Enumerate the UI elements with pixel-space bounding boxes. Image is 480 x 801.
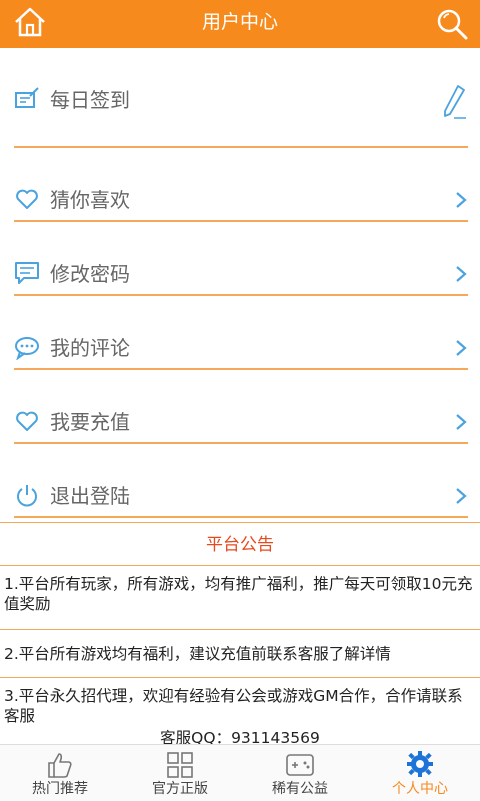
gear-icon — [407, 751, 433, 777]
power-icon — [17, 485, 37, 507]
bottom-tab-bar: 热门推荐 官方正版 稀有公益 个人中心 — [0, 744, 480, 801]
tab-hot[interactable]: 热门推荐 — [0, 745, 120, 801]
menu-item-my-comments[interactable]: 我的评论 — [14, 296, 468, 370]
chevron-right-icon — [456, 340, 467, 356]
heart-icon — [16, 189, 38, 209]
notice-item: 2.平台所有游戏均有福利，建议充值前联系客服了解详情 — [0, 630, 480, 678]
tab-label: 热门推荐 — [32, 781, 88, 797]
menu-label-checkin: 每日签到 — [50, 88, 130, 112]
chevron-right-icon — [456, 266, 467, 282]
menu-item-checkin[interactable]: 每日签到 — [14, 48, 468, 148]
menu-label-favorites: 猜你喜欢 — [50, 188, 130, 212]
menu-item-change-password[interactable]: 修改密码 — [14, 222, 468, 296]
page-title: 用户中心 — [201, 11, 278, 33]
tab-rare[interactable]: 稀有公益 — [240, 745, 360, 801]
tab-official[interactable]: 官方正版 — [120, 745, 240, 801]
menu-item-favorites[interactable]: 猜你喜欢 — [14, 148, 468, 222]
user-menu: 每日签到 猜你喜欢 修改密码 我的评论 我要充值 退出登陆 — [0, 48, 480, 518]
chevron-right-icon — [456, 414, 467, 430]
tab-label: 个人中心 — [392, 781, 448, 797]
grid-icon — [167, 752, 193, 778]
menu-label-change-password: 修改密码 — [50, 262, 130, 286]
checkin-icon — [15, 87, 39, 108]
heart-icon — [16, 411, 38, 431]
tab-label: 稀有公益 — [272, 781, 328, 797]
chevron-right-icon — [456, 192, 467, 208]
chevron-right-icon — [456, 488, 467, 504]
menu-label-logout: 退出登陆 — [50, 484, 130, 508]
message-edit-icon — [15, 262, 39, 284]
gamepad-icon — [286, 754, 314, 776]
menu-item-recharge[interactable]: 我要充值 — [14, 370, 468, 444]
notice-item: 1.平台所有玩家，所有游戏，均有推广福利，推广每天可领取10元充值奖励 — [0, 574, 480, 630]
tab-label: 官方正版 — [152, 781, 208, 797]
menu-item-logout[interactable]: 退出登陆 — [14, 444, 468, 518]
search-icon[interactable] — [434, 6, 470, 42]
thumbs-up-icon — [48, 753, 72, 778]
comment-icon — [15, 337, 39, 360]
tab-profile[interactable]: 个人中心 — [360, 745, 480, 801]
menu-label-my-comments: 我的评论 — [50, 336, 130, 360]
pencil-icon[interactable] — [442, 84, 468, 120]
app-header: 用户中心 — [0, 0, 480, 48]
notice-title: 平台公告 — [0, 522, 480, 566]
menu-label-recharge: 我要充值 — [50, 410, 130, 434]
